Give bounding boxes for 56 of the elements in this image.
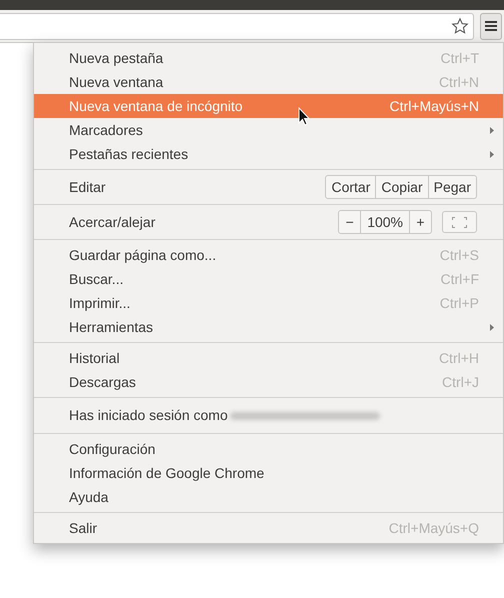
fullscreen-button[interactable] [442, 211, 477, 233]
menu-item-label: Salir [69, 518, 98, 538]
menu-item-label: Ayuda [69, 488, 110, 507]
menu-item-label: Configuración [69, 440, 156, 459]
menu-item[interactable]: Descargas Ctrl+J [34, 370, 503, 394]
menu-item[interactable]: Configuración [34, 437, 503, 461]
menu-item[interactable]: Guardar página como... Ctrl+S [34, 243, 503, 267]
menu-item[interactable]: Marcadores [34, 118, 503, 142]
menu-button[interactable]: Pegar [428, 176, 476, 198]
star-icon[interactable] [451, 17, 469, 35]
menu-item[interactable]: Pestañas recientes [34, 142, 503, 166]
submenu-arrow-icon [490, 324, 494, 330]
menu-item[interactable]: Herramientas [34, 315, 503, 339]
menu-item-label: Has iniciado sesión como [69, 406, 228, 425]
shortcut-label: Ctrl+H [438, 348, 479, 368]
submenu-arrow-icon [490, 126, 494, 134]
zoom-level: 100% [360, 211, 410, 233]
menu-item-label: Nueva ventana [69, 72, 164, 92]
menu-item-label: Historial [69, 348, 121, 368]
menu-item[interactable]: Imprimir... Ctrl+P [34, 291, 503, 315]
menu-item-label: Información de Google Chrome [69, 464, 266, 483]
shortcut-label: Ctrl+S [440, 246, 479, 264]
shortcut-label: Ctrl+Mayús+N [390, 96, 479, 116]
menu-item-label: Buscar... [69, 270, 124, 288]
menu-button[interactable]: − [339, 211, 360, 233]
menu-button[interactable]: + [410, 211, 431, 233]
fullscreen-icon [452, 216, 467, 228]
menu-item-label: Guardar página como... [69, 246, 218, 265]
menu-item[interactable]: Ayuda [34, 485, 503, 509]
shortcut-label: Ctrl+T [440, 48, 479, 68]
menu-item-label: Imprimir... [69, 294, 132, 313]
menu-item-label: Descargas [69, 372, 137, 392]
menu-item[interactable]: Salir Ctrl+Mayús+Q [34, 516, 503, 540]
menu-item[interactable]: Historial Ctrl+H [34, 346, 503, 370]
menu-button[interactable]: Cortar [326, 176, 376, 198]
menu-item-label: Marcadores [69, 120, 144, 140]
menu-button[interactable] [480, 12, 502, 40]
menu-item-label: Herramientas [69, 318, 154, 336]
submenu-arrow-icon [490, 150, 494, 158]
menu-item-label: Acercar/alejar [69, 212, 156, 232]
menu-item[interactable]: Nueva ventana Ctrl+N [34, 70, 503, 94]
menu-item-label: Editar [69, 178, 107, 196]
menu-item-label: Nueva ventana de incógnito [69, 96, 244, 116]
shortcut-label: Ctrl+Mayús+Q [388, 518, 479, 538]
menu-item-label: Pestañas recientes [69, 144, 190, 164]
menu-item[interactable]: Nueva pestaña Ctrl+T [34, 46, 503, 70]
shortcut-label: Ctrl+N [438, 72, 479, 92]
menu-button[interactable]: Copiar [375, 176, 428, 198]
menu-item[interactable]: Buscar... Ctrl+F [34, 267, 503, 291]
menu-item[interactable]: Información de Google Chrome [34, 461, 503, 485]
menu-icon [485, 21, 497, 31]
shortcut-label: Ctrl+F [440, 270, 479, 288]
mouse-pointer-icon [298, 107, 310, 126]
shortcut-label: Ctrl+P [440, 294, 479, 312]
menu-item-label: Nueva pestaña [69, 48, 164, 68]
shortcut-label: Ctrl+J [442, 372, 479, 392]
